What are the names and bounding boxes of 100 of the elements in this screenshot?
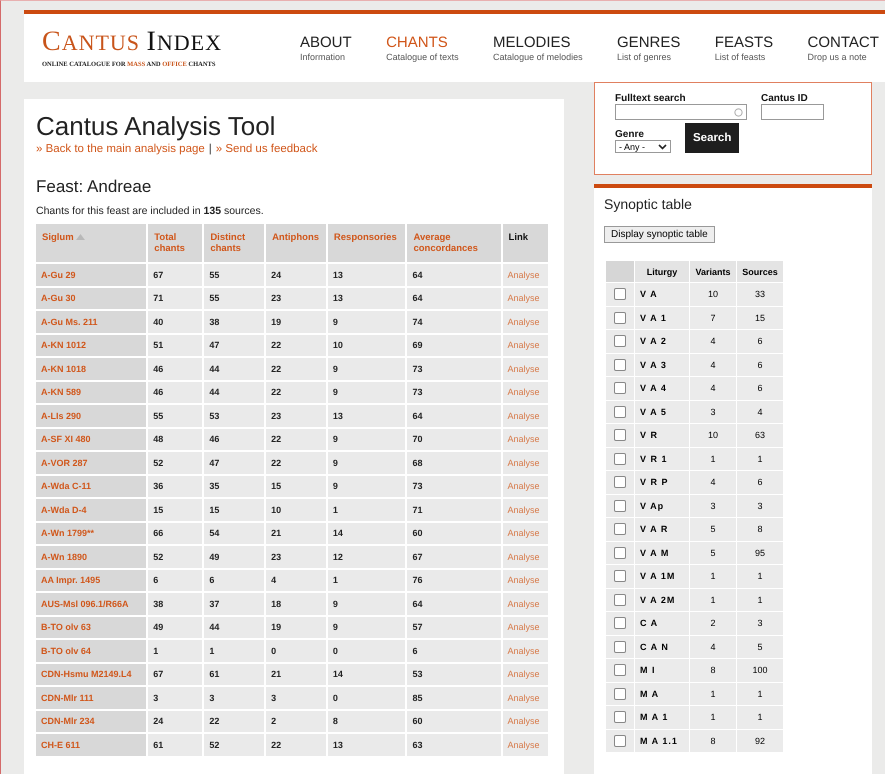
siglum-link[interactable]: A-Gu Ms. 211	[36, 311, 146, 332]
analyse-link[interactable]: Analyse	[502, 710, 548, 732]
row-checkbox[interactable]	[614, 406, 626, 418]
row-checkbox[interactable]	[614, 312, 626, 324]
analyse-link[interactable]: Analyse	[502, 476, 548, 497]
liturgy-cell: C A N	[635, 636, 689, 658]
row-checkbox[interactable]	[614, 382, 626, 394]
table-cell: 6	[737, 377, 783, 400]
cantus-id-field[interactable]	[761, 104, 824, 120]
nav-link[interactable]: ABOUT Information	[300, 34, 352, 62]
nav-link[interactable]: MELODIES Catalogue of melodies	[493, 34, 583, 62]
nav-link[interactable]: GENRES List of genres	[617, 34, 680, 62]
siglum-link[interactable]: AUS-Msl 096.1/R66A	[36, 593, 146, 614]
siglum-link[interactable]: B-TO olv 63	[36, 616, 146, 638]
row-checkbox[interactable]	[614, 523, 626, 536]
table-cell: 22	[266, 358, 326, 380]
analyse-link[interactable]: Analyse	[502, 452, 548, 474]
row-checkbox[interactable]	[614, 594, 626, 606]
table-cell: 15	[148, 499, 202, 520]
table-cell: 9	[328, 593, 406, 614]
analyse-link[interactable]: Analyse	[502, 522, 548, 544]
siglum-link[interactable]: A-LIs 290	[36, 405, 146, 426]
row-checkbox[interactable]	[614, 711, 626, 724]
row-checkbox[interactable]	[614, 429, 626, 442]
row-checkbox[interactable]	[614, 546, 626, 559]
column-header[interactable]: Responsories	[328, 224, 406, 262]
analyse-link[interactable]: Analyse	[502, 640, 548, 662]
fulltext-label: Fulltext search	[615, 93, 687, 104]
search-button[interactable]: Search	[685, 123, 740, 153]
analyse-link[interactable]: Analyse	[502, 734, 548, 756]
column-header[interactable]: Antiphons	[266, 224, 326, 262]
siglum-link[interactable]: AA Impr. 1495	[36, 570, 146, 591]
siglum-link[interactable]: B-TO olv 64	[36, 640, 146, 662]
row-checkbox[interactable]	[614, 570, 626, 582]
analyse-link[interactable]: Analyse	[502, 405, 548, 426]
analyse-link[interactable]: Analyse	[502, 593, 548, 614]
siglum-link[interactable]: A-Wn 1799**	[36, 522, 146, 544]
liturgy-cell: V A 5	[635, 400, 689, 423]
row-checkbox[interactable]	[614, 734, 626, 747]
siglum-link[interactable]: A-KN 589	[36, 382, 146, 403]
analyse-link[interactable]: Analyse	[502, 382, 548, 403]
row-checkbox[interactable]	[614, 688, 626, 700]
siglum-link[interactable]: CDN-Hsmu M2149.L4	[36, 664, 146, 685]
row-checkbox[interactable]	[614, 335, 626, 348]
analyse-link[interactable]: Analyse	[502, 311, 548, 332]
table-cell: 14	[328, 522, 406, 544]
analyse-link[interactable]: Analyse	[502, 687, 548, 708]
row-checkbox[interactable]	[614, 640, 626, 653]
siglum-link[interactable]: CH-E 611	[36, 734, 146, 756]
display-synoptic-button[interactable]: Display synoptic table	[604, 226, 715, 243]
siglum-link[interactable]: A-Wda D-4	[36, 499, 146, 520]
table-cell: 1	[737, 682, 783, 705]
table-cell: 6	[737, 330, 783, 352]
siglum-link[interactable]: A-KN 1018	[36, 358, 146, 380]
siglum-link[interactable]: A-Gu 30	[36, 288, 146, 309]
analyse-link[interactable]: Analyse	[502, 499, 548, 520]
analyse-link[interactable]: Analyse	[502, 334, 548, 356]
genre-dropdown[interactable]: - Any -	[615, 140, 671, 153]
table-cell: 52	[148, 546, 202, 568]
nav-link[interactable]: FEASTS List of feasts	[714, 34, 774, 62]
siglum-link[interactable]: A-VOR 287	[36, 452, 146, 474]
siglum-link[interactable]: A-SF XI 480	[36, 428, 146, 450]
analyse-link[interactable]: Analyse	[502, 264, 548, 286]
column-header[interactable]: Total chants	[148, 224, 202, 262]
analyse-link[interactable]: Analyse	[502, 546, 548, 568]
row-checkbox[interactable]	[614, 500, 626, 512]
siglum-link[interactable]: CDN-Mlr 111	[36, 687, 146, 708]
fulltext-field[interactable]	[615, 104, 747, 120]
siglum-link[interactable]: A-Gu 29	[36, 264, 146, 286]
analyse-link[interactable]: Analyse	[502, 428, 548, 450]
siglum-link[interactable]: A-KN 1012	[36, 334, 146, 356]
analyse-link[interactable]: Analyse	[502, 358, 548, 380]
nav-link[interactable]: CONTACT Drop us a note	[808, 34, 879, 62]
table-cell: 64	[407, 593, 501, 614]
analyse-link[interactable]: Analyse	[502, 570, 548, 591]
siglum-link[interactable]: A-Wda C-11	[36, 476, 146, 497]
analyse-link[interactable]: Analyse	[502, 616, 548, 638]
siglum-link[interactable]: A-Wn 1890	[36, 546, 146, 568]
table-cell: 13	[328, 405, 406, 426]
back-link[interactable]: » Back to the main analysis page	[36, 143, 205, 155]
row-checkbox[interactable]	[614, 288, 626, 300]
table-cell: 60	[407, 522, 501, 544]
row-checkbox[interactable]	[614, 476, 626, 488]
site-logo[interactable]: CANTUS INDEX	[42, 28, 300, 56]
feast-heading: Feast: Andreae	[36, 177, 152, 197]
row-checkbox[interactable]	[614, 452, 626, 465]
row-checkbox[interactable]	[614, 358, 626, 371]
column-header[interactable]: Siglum	[36, 224, 146, 262]
table-cell: 22	[266, 452, 326, 474]
feedback-link[interactable]: » Send us feedback	[216, 143, 318, 155]
siglum-link[interactable]: CDN-Mlr 234	[36, 710, 146, 732]
table-cell: 55	[148, 405, 202, 426]
column-header[interactable]: Average concordances	[407, 224, 501, 262]
table-cell: 3	[266, 687, 326, 708]
nav-link[interactable]: CHANTS Catalogue of texts	[386, 34, 459, 62]
analyse-link[interactable]: Analyse	[502, 664, 548, 685]
column-header[interactable]: Distinct chants	[204, 224, 264, 262]
row-checkbox[interactable]	[614, 617, 626, 630]
analyse-link[interactable]: Analyse	[502, 288, 548, 309]
row-checkbox[interactable]	[614, 664, 626, 676]
